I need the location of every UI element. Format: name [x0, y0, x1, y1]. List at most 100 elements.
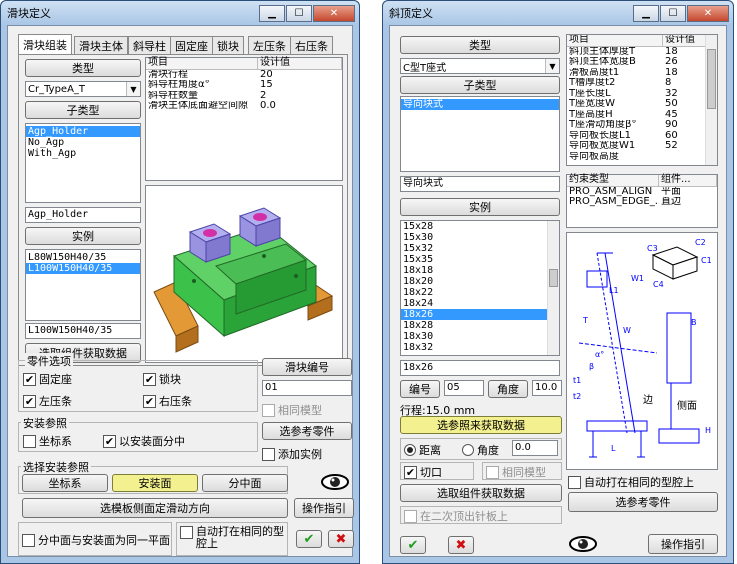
table-row[interactable]: T座滑动角度β° 90 [567, 120, 717, 131]
table-row[interactable]: T座宽度W 50 [567, 99, 717, 110]
cut-checkbox[interactable]: ✔ 切口 [404, 464, 442, 480]
instance-item[interactable]: 15x28 [401, 221, 559, 232]
table-row[interactable]: 滑块行程 20 [146, 70, 342, 81]
instance-item[interactable]: 18x22 [401, 287, 559, 298]
table-row[interactable]: T座高度H 45 [567, 110, 717, 121]
part-right-rail-checkbox[interactable]: ✔ 右压条 [143, 393, 192, 409]
parameter-table[interactable]: 项目 设计值 滑块行程 20 斜导柱角度α° 15 斜导柱数量 2 滑块主体底面避空间… [145, 57, 343, 181]
auto-cut-checkbox[interactable]: 自动打在相同的型腔上 [568, 474, 694, 490]
tab-angle-pin[interactable]: 斜导柱 [128, 36, 171, 54]
instance-item[interactable]: 18x20 [401, 276, 559, 287]
ejector-plate-checkbox[interactable]: 在二次顶出针板上 [404, 508, 508, 524]
tab-slider-body[interactable]: 滑块主体 [74, 36, 128, 54]
eye-icon[interactable] [320, 472, 350, 492]
subtype-label-button[interactable]: 子类型 [25, 101, 141, 119]
part-left-rail-checkbox[interactable]: ✔ 左压条 [23, 393, 72, 409]
tab-slider-assembly[interactable]: 滑块组装 [18, 34, 72, 54]
type-label-button[interactable]: 类型 [400, 36, 560, 54]
angle-radio[interactable]: 角度 [462, 442, 499, 458]
subtype-list[interactable]: 导向块式 [400, 96, 560, 172]
type-select[interactable]: Cr_TypeA_T ▼ [25, 81, 141, 97]
center-on-face-checkbox[interactable]: ✔ 以安装面分中 [103, 433, 185, 449]
ok-button[interactable]: ✔ [400, 536, 426, 554]
type-select[interactable]: C型T座式 ▼ [400, 58, 560, 74]
left-titlebar[interactable]: 滑块定义 ▁ ☐ ✕ [1, 1, 359, 25]
same-plane-checkbox[interactable]: 分中面与安装面为同一平面 [22, 532, 170, 548]
minimize-button[interactable]: ▁ [259, 4, 285, 22]
instance-item[interactable]: 18x26 [401, 309, 559, 320]
same-model-checkbox[interactable]: 相同模型 [262, 402, 322, 418]
instance-item[interactable]: 18x24 [401, 298, 559, 309]
table-row[interactable]: 斜导柱角度α° 15 [146, 80, 342, 91]
table-row[interactable]: PRO_ASM_EDGE_... 直边 [567, 197, 717, 208]
instance-item[interactable]: 18x18 [401, 265, 559, 276]
table-row[interactable]: 导向板高度 [567, 152, 717, 163]
instance-item[interactable]: 15x32 [401, 243, 559, 254]
slider-number-label-button[interactable]: 滑块编号 [262, 358, 352, 376]
subtype-list[interactable]: Agp_Holder No_Agp With_Agp [25, 123, 141, 203]
instance-item[interactable]: 18x28 [401, 320, 559, 331]
table-row[interactable]: 斜顶主体宽度B 26 [567, 57, 717, 68]
subtype-item[interactable]: 导向块式 [401, 99, 559, 110]
cancel-button[interactable]: ✖ [448, 536, 474, 554]
instance-item[interactable]: L100W150H40/35 [26, 263, 140, 274]
cancel-button[interactable]: ✖ [328, 530, 354, 548]
table-row[interactable]: T座长度L 32 [567, 89, 717, 100]
tab-right-rail[interactable]: 右压条 [290, 36, 333, 54]
instance-item[interactable]: 15x35 [401, 254, 559, 265]
tab-left-rail[interactable]: 左压条 [248, 36, 291, 54]
coord-sys-button[interactable]: 坐标系 [22, 474, 108, 492]
table-row[interactable]: 导向板宽度W1 52 [567, 141, 717, 152]
side-face-direction-button[interactable]: 选模板侧面定滑动方向 [22, 498, 288, 518]
instance-header-button[interactable]: 实例 [400, 198, 560, 216]
select-ref-data-button[interactable]: 选参照来获取数据 [400, 416, 562, 434]
part-holder-checkbox[interactable]: ✔ 固定座 [23, 371, 72, 387]
parameter-scrollbar[interactable] [705, 35, 717, 165]
instance-item[interactable]: 15x30 [401, 232, 559, 243]
close-button[interactable]: ✕ [687, 4, 729, 22]
subtype-item[interactable]: With_Agp [26, 148, 140, 159]
minimize-button[interactable]: ▁ [633, 4, 659, 22]
pick-component-button[interactable]: 选取组件获取数据 [400, 484, 562, 502]
table-row[interactable]: PRO_ASM_ALIGN 平面 [567, 187, 717, 198]
coord-sys-checkbox[interactable]: 坐标系 [23, 433, 72, 449]
right-titlebar[interactable]: 斜顶定义 ▁ ☐ ✕ [383, 1, 733, 25]
number-input[interactable]: 05 [444, 380, 484, 396]
tab-lock-block[interactable]: 锁块 [212, 36, 244, 54]
table-row[interactable]: 斜顶主体厚度T 18 [567, 47, 717, 58]
instance-item[interactable]: 18x32 [401, 342, 559, 353]
table-row[interactable]: 滑板高度t1 18 [567, 68, 717, 79]
distance-radio[interactable]: 距离 [404, 442, 441, 458]
instance-item[interactable]: 18x30 [401, 331, 559, 342]
instance-list[interactable]: 15x28 15x30 15x32 15x35 18x18 18x20 18x2… [400, 220, 560, 356]
operation-guide-button[interactable]: 操作指引 [648, 534, 718, 554]
angle-input[interactable]: 10.0 [532, 380, 562, 396]
type-label-button[interactable]: 类型 [25, 59, 141, 77]
instance-item[interactable]: L80W150H40/35 [26, 252, 140, 263]
distance-input[interactable]: 0.0 [512, 440, 558, 456]
parameter-table[interactable]: 项目 设计值 斜顶主体厚度T 18 斜顶主体宽度B 26 滑板高度t1 18 T槽厚度… [566, 34, 718, 166]
maximize-button[interactable]: ☐ [286, 4, 312, 22]
operation-guide-button[interactable]: 操作指引 [294, 498, 354, 518]
install-face-button[interactable]: 安装面 [112, 474, 198, 492]
tab-holder[interactable]: 固定座 [170, 36, 213, 54]
subtype-item[interactable]: Agp_Holder [26, 126, 140, 137]
select-ref-parts-button[interactable]: 选参考零件 [568, 492, 718, 512]
auto-cut-checkbox[interactable]: 自动打在相同的型腔上 [180, 526, 286, 550]
instance-scrollbar[interactable] [547, 221, 559, 355]
center-face-button[interactable]: 分中面 [202, 474, 288, 492]
angle-label-button[interactable]: 角度 [488, 380, 528, 398]
same-model-checkbox[interactable]: 相同模型 [486, 464, 546, 480]
close-button[interactable]: ✕ [313, 4, 355, 22]
subtype-item[interactable]: No_Agp [26, 137, 140, 148]
constraint-table[interactable]: 约束类型 组件... PRO_ASM_ALIGN 平面 PRO_ASM_EDGE_… [566, 174, 718, 228]
number-label-button[interactable]: 编号 [400, 380, 440, 398]
part-lock-checkbox[interactable]: ✔ 锁块 [143, 371, 181, 387]
slider-number-input[interactable]: 01 [262, 380, 352, 396]
maximize-button[interactable]: ☐ [660, 4, 686, 22]
table-row[interactable]: 滑块主体底面避空间隙 0.0 [146, 101, 342, 112]
eye-icon[interactable] [568, 534, 598, 554]
add-instance-checkbox[interactable]: 添加实例 [262, 446, 322, 462]
table-row[interactable]: T槽厚度t2 8 [567, 78, 717, 89]
ok-button[interactable]: ✔ [296, 530, 322, 548]
